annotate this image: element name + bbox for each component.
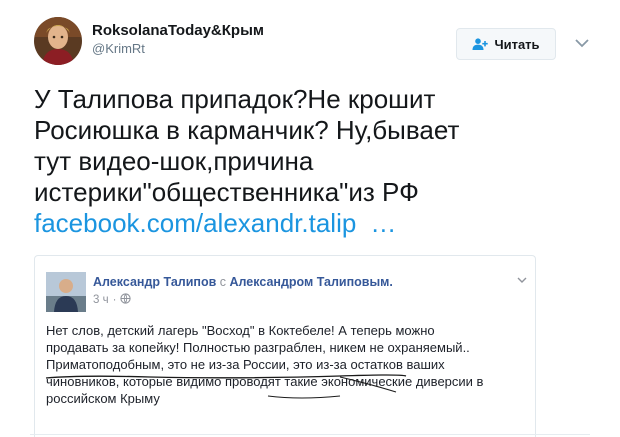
tagged-name[interactable]: Александром Талиповым. [230,275,393,289]
poster-avatar[interactable] [46,272,86,312]
tweet: RoksolanaToday&Крым @KrimRt Читать У Тал… [0,0,620,437]
follow-label: Читать [494,36,540,52]
tweet-link[interactable]: facebook.com/alexandr.talip [34,208,356,238]
tweet-text: У Талипова припадок?Не крошит Росиюшка в… [34,84,594,239]
post-time[interactable]: 3 ч [93,294,109,306]
globe-icon [120,293,132,307]
embed-body-line: продавать за копейку! Полностью разграбл… [46,340,470,355]
facebook-embed-card[interactable]: Александр Талипов с Александром Талиповы… [34,255,536,437]
embed-body-line: российском Крыму [46,391,160,406]
embed-body-line: Приматоподобным, это не из-за России, эт… [46,357,445,372]
meta-dot: · [112,294,117,306]
post-meta: 3 ч · [93,293,132,307]
tweet-text-line: Росиюшка в карманчик? Ну,бывает [34,115,460,145]
tweet-link-line: facebook.com/alexandr.talip … [34,208,594,239]
tweet-text-line: истерики"общественника"из РФ [34,177,419,207]
follow-button[interactable]: Читать [456,28,556,60]
author-avatar[interactable] [34,17,82,65]
author-name[interactable]: RoksolanaToday&Крым [92,21,264,40]
embed-body-text: Нет слов, детский лагерь "Восход" в Кокт… [46,322,526,407]
embed-body-line: чиновников, которые видимо проводят таки… [46,374,484,389]
divider [30,434,590,435]
embed-body-line: Нет слов, детский лагерь "Восход" в Кокт… [46,323,435,338]
author-block: RoksolanaToday&Крым @KrimRt [92,21,264,58]
tweet-link-ellipsis[interactable]: … [370,208,396,238]
tweet-text-line: У Талипова припадок?Не крошит [34,84,436,114]
with-text: с [219,275,227,289]
author-handle[interactable]: @KrimRt [92,40,264,58]
embed-header: Александр Талипов с Александром Талиповы… [93,274,393,291]
user-plus-icon [472,38,489,50]
chevron-down-icon[interactable] [574,36,590,48]
tweet-text-line: тут видео-шок,причина [34,146,314,176]
fb-chevron-icon[interactable] [517,271,527,283]
poster-name[interactable]: Александр Талипов [93,275,216,289]
